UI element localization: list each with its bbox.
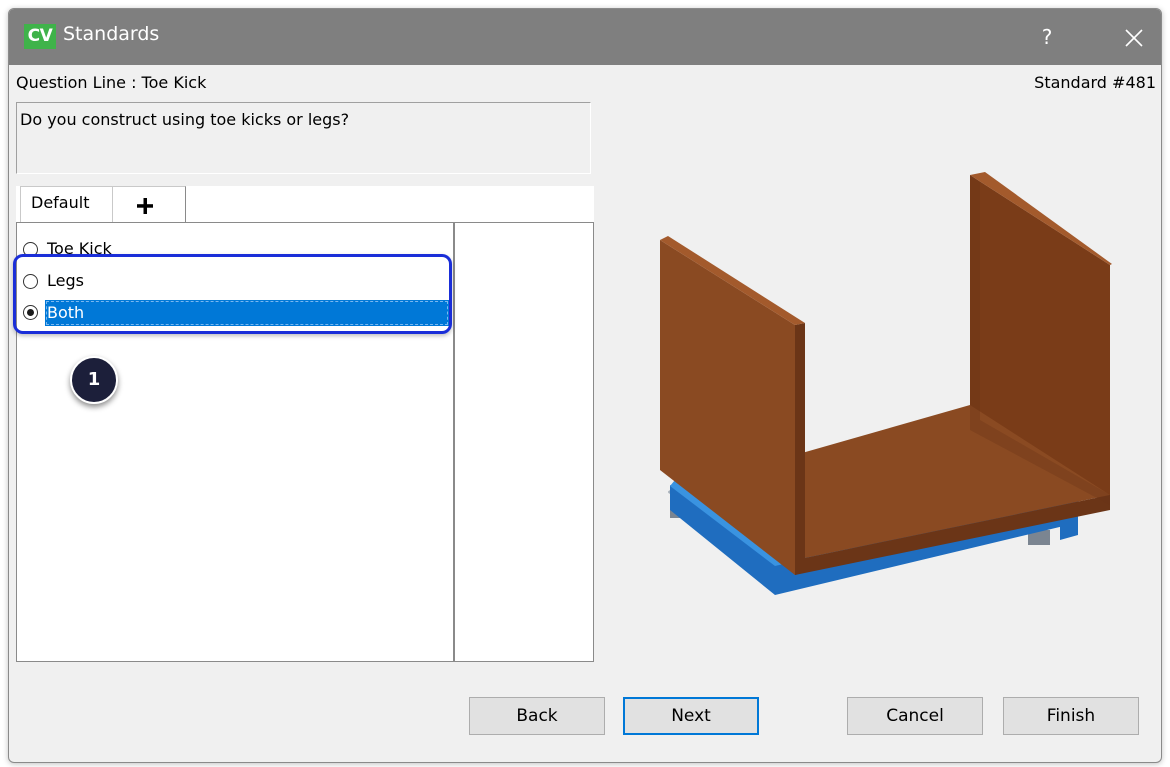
question-text-box: Do you construct using toe kicks or legs… — [16, 102, 591, 174]
annotation-highlight — [13, 254, 452, 334]
step-badge: 1 — [70, 356, 118, 404]
close-icon — [1125, 29, 1143, 47]
back-button[interactable]: Back — [469, 697, 605, 735]
question-text: Do you construct using toe kicks or legs… — [20, 110, 350, 129]
standard-number-label: Standard #481 — [1034, 73, 1156, 92]
next-button[interactable]: Next — [623, 697, 759, 735]
window-title: Standards — [63, 23, 160, 45]
plus-icon — [137, 198, 153, 214]
cabinet-preview — [660, 172, 1112, 595]
tab-default-label: Default — [31, 193, 90, 212]
tab-default[interactable]: Default — [20, 186, 113, 222]
answer-tabs: Default — [16, 186, 594, 222]
title-bar: CV Standards ? — [9, 9, 1161, 65]
finish-button[interactable]: Finish — [1003, 697, 1139, 735]
app-logo: CV — [24, 24, 56, 49]
list-divider — [453, 223, 455, 661]
close-button[interactable] — [1113, 19, 1153, 55]
help-button[interactable]: ? — [1029, 19, 1065, 55]
cancel-button[interactable]: Cancel — [847, 697, 983, 735]
add-tab-button[interactable] — [113, 186, 186, 222]
side-panel-left-edge — [795, 323, 805, 575]
question-line-label: Question Line : Toe Kick — [16, 73, 207, 92]
